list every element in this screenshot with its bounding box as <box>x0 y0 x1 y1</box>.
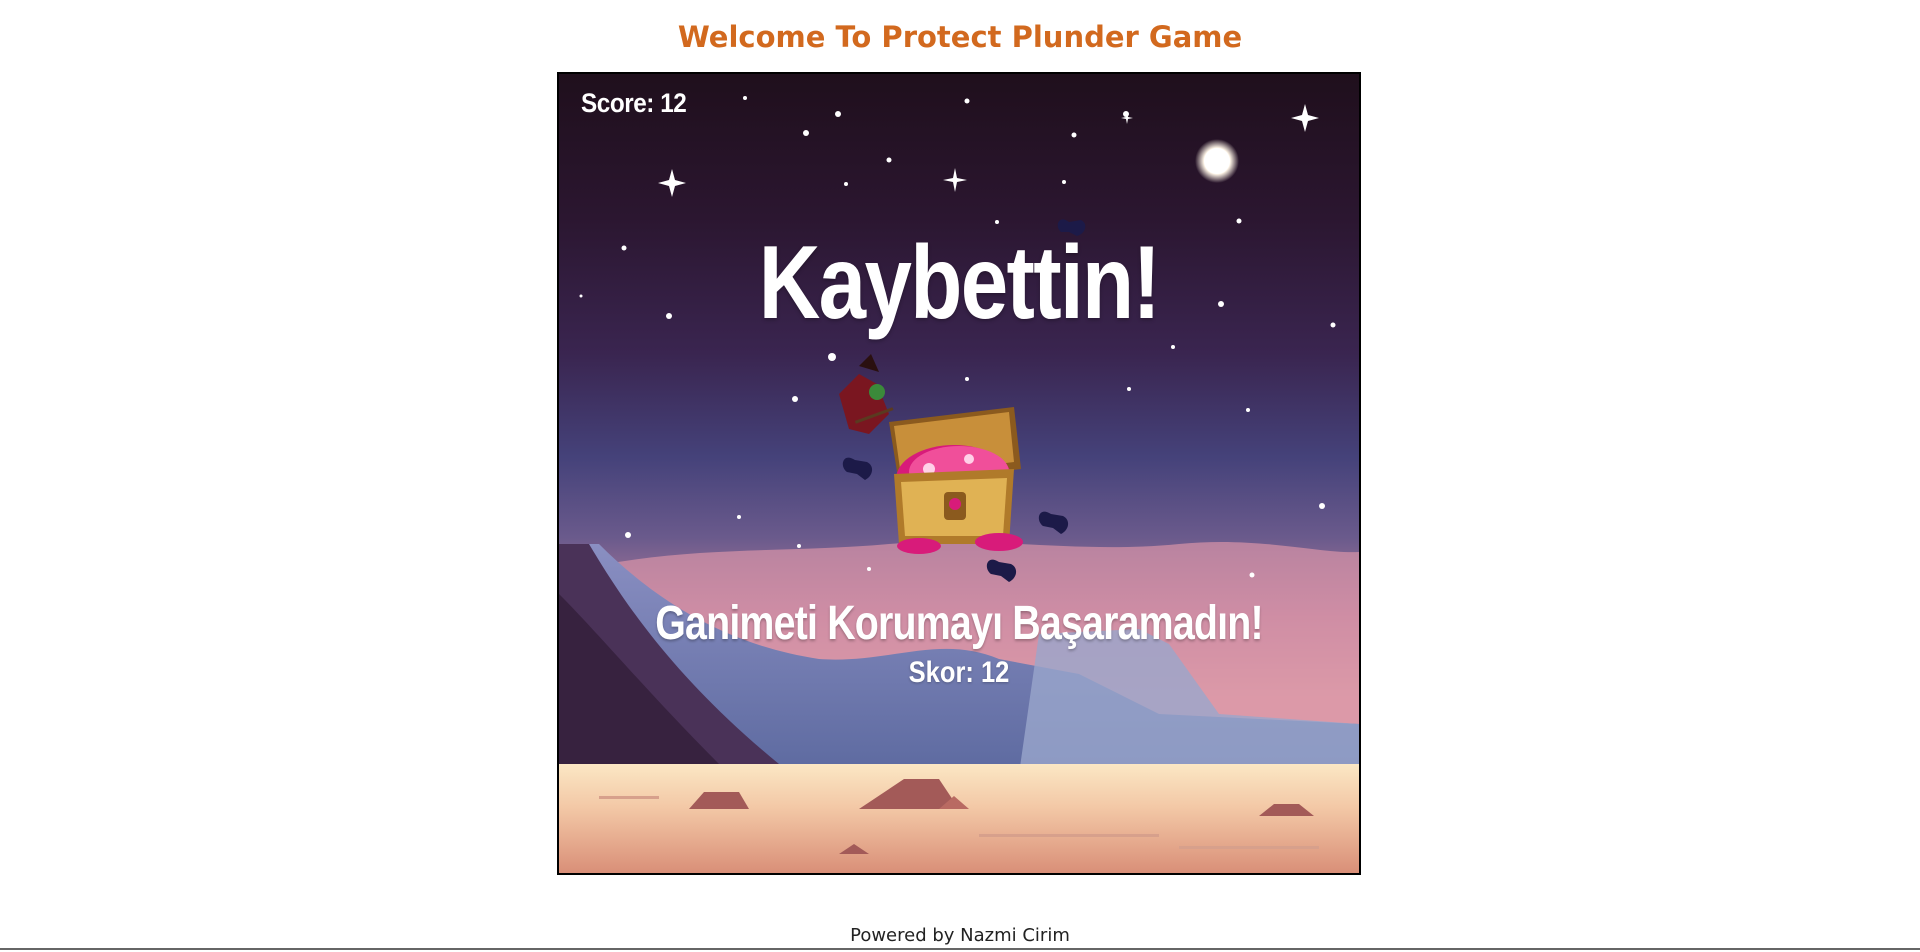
divider <box>0 948 1920 950</box>
hud-score: Score: 12 <box>581 88 687 118</box>
page-title: Welcome To Protect Plunder Game <box>677 20 1243 54</box>
footer-credit: Powered by Nazmi Cirim <box>850 925 1070 946</box>
final-score: Skor: 12 <box>908 656 1010 689</box>
game-scene-background <box>559 74 1359 873</box>
game-over-title: Kaybettin! <box>758 225 1161 341</box>
game-over-message: Ganimeti Korumayı Başaramadın! <box>655 597 1263 650</box>
game-canvas[interactable]: Score: 12 Kaybettin! Ganimeti Korumayı B… <box>557 72 1361 875</box>
